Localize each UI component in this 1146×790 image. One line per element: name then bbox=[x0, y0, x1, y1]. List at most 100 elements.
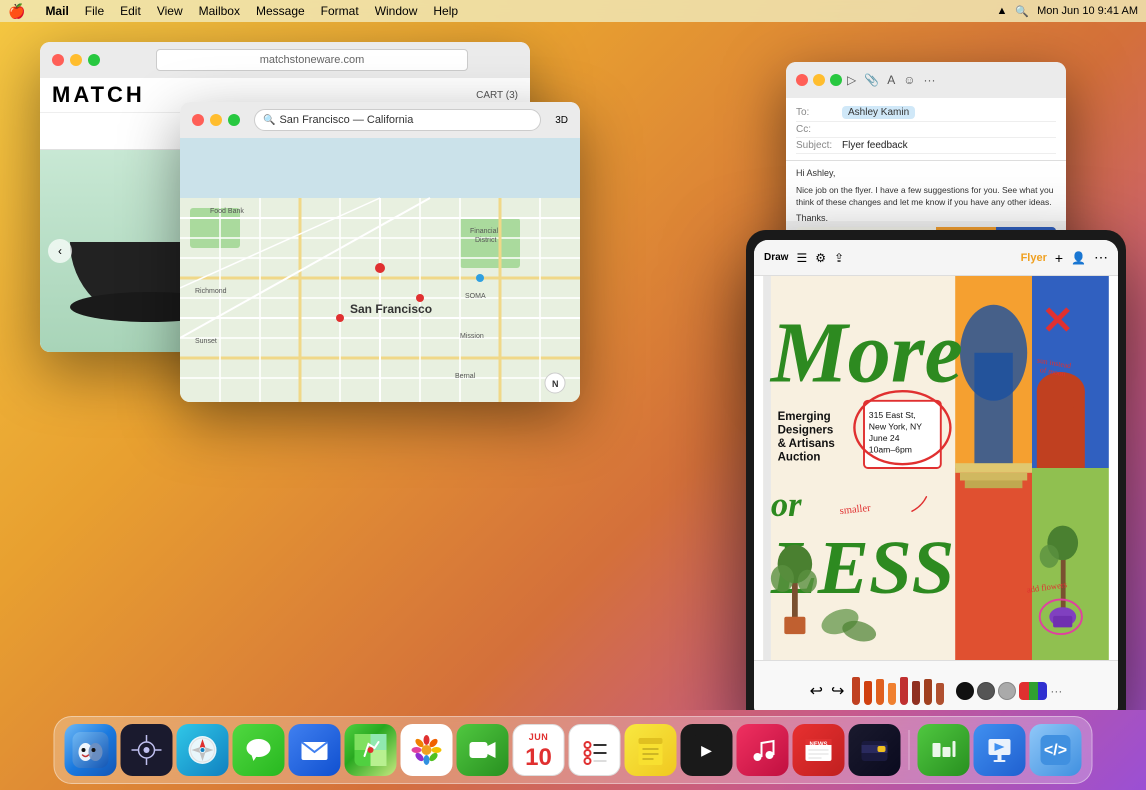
dock-xcode[interactable]: </> bbox=[1030, 724, 1082, 776]
mail-subject-field[interactable]: Subject: Flyer feedback bbox=[796, 138, 1056, 154]
mail-close-button[interactable] bbox=[796, 74, 808, 86]
mail-subject-label: Subject: bbox=[796, 140, 836, 151]
menubar-search-icon[interactable]: 🔍 bbox=[1015, 5, 1029, 18]
ipad-pen-1[interactable] bbox=[852, 677, 860, 705]
safari-titlebar: matchstoneware.com bbox=[40, 42, 530, 78]
ipad-pen-8[interactable] bbox=[936, 683, 944, 705]
svg-text:Financial: Financial bbox=[470, 228, 498, 235]
dock-separator bbox=[909, 730, 910, 770]
safari-url-bar[interactable]: matchstoneware.com bbox=[156, 49, 468, 71]
svg-text:Mission: Mission bbox=[460, 333, 484, 340]
svg-text:Bernal: Bernal bbox=[455, 373, 476, 380]
maps-search-bar[interactable]: 🔍 San Francisco — California bbox=[254, 109, 541, 131]
dock: JUN 10 bbox=[54, 716, 1093, 784]
maps-3d-button[interactable]: 3D bbox=[555, 115, 568, 126]
maps-minimize-button[interactable] bbox=[210, 114, 222, 126]
ipad-add-icon[interactable]: + bbox=[1055, 250, 1063, 266]
dock-facetime[interactable] bbox=[457, 724, 509, 776]
ipad-pen-tools bbox=[852, 677, 944, 705]
ipad-toolbar-settings-icon[interactable]: ⚙ bbox=[815, 251, 826, 265]
svg-text:Food Bank: Food Bank bbox=[210, 208, 244, 215]
menubar-help[interactable]: Help bbox=[433, 4, 458, 18]
dock-wallet[interactable] bbox=[849, 724, 901, 776]
ipad-doc-title: Flyer bbox=[1021, 252, 1047, 264]
safari-brand: MATCH bbox=[52, 82, 145, 108]
menubar-file[interactable]: File bbox=[85, 4, 104, 18]
mail-more-icon[interactable]: ··· bbox=[923, 73, 935, 87]
svg-text:Sunset: Sunset bbox=[195, 338, 217, 345]
svg-text:District: District bbox=[475, 237, 496, 244]
dock-photos[interactable] bbox=[401, 724, 453, 776]
dock-maps[interactable] bbox=[345, 724, 397, 776]
dock-safari[interactable] bbox=[177, 724, 229, 776]
svg-text:New York, NY: New York, NY bbox=[869, 422, 922, 432]
mail-minimize-button[interactable] bbox=[813, 74, 825, 86]
ipad-undo-icon[interactable]: ↩ bbox=[810, 681, 823, 701]
svg-text:Emerging: Emerging bbox=[778, 411, 831, 423]
mail-titlebar: ▷ 📎 A ☺ ··· bbox=[786, 62, 1066, 98]
dock-messages[interactable] bbox=[233, 724, 285, 776]
menubar-wifi-icon[interactable]: ▲ bbox=[997, 5, 1008, 17]
ipad-flyer-content: More or LESS Emerging Designers & Artisa… bbox=[754, 276, 1118, 660]
mail-toolbar: ▷ 📎 A ☺ ··· bbox=[847, 73, 935, 87]
dock-calendar[interactable]: JUN 10 bbox=[513, 724, 565, 776]
dock-appletv[interactable]: ▶ bbox=[681, 724, 733, 776]
svg-text:June 24: June 24 bbox=[869, 433, 900, 443]
dock-finder[interactable] bbox=[65, 724, 117, 776]
svg-text:</>: </> bbox=[1044, 742, 1067, 759]
ipad-toolbar-share-icon[interactable]: ⇪ bbox=[834, 251, 844, 265]
ipad-more-colors[interactable]: ··· bbox=[1050, 684, 1062, 698]
ipad-swatch-gray[interactable] bbox=[998, 682, 1016, 700]
menubar: 🍎 Mail File Edit View Mailbox Message Fo… bbox=[0, 0, 1146, 22]
ipad-pen-4[interactable] bbox=[888, 683, 896, 705]
ipad-collab-icon[interactable]: 👤 bbox=[1071, 251, 1086, 265]
ipad-pen-3[interactable] bbox=[876, 679, 884, 705]
ipad-swatch-darkgray[interactable] bbox=[977, 682, 995, 700]
safari-prev-button[interactable]: ‹ bbox=[48, 239, 72, 263]
menubar-edit[interactable]: Edit bbox=[120, 4, 141, 18]
ipad-draw-button[interactable]: Draw bbox=[764, 252, 788, 263]
mail-body[interactable]: Hi Ashley, Nice job on the flyer. I have… bbox=[786, 161, 1066, 221]
safari-cart[interactable]: CART (3) bbox=[476, 90, 518, 101]
safari-close-button[interactable] bbox=[52, 54, 64, 66]
ipad-pen-2[interactable] bbox=[864, 681, 872, 705]
dock-reminders[interactable] bbox=[569, 724, 621, 776]
dock-launchpad[interactable] bbox=[121, 724, 173, 776]
mail-subject-text: Flyer feedback bbox=[842, 140, 908, 151]
safari-minimize-button[interactable] bbox=[70, 54, 82, 66]
mail-emoji-icon[interactable]: ☺ bbox=[903, 73, 915, 87]
menubar-format[interactable]: Format bbox=[321, 4, 359, 18]
dock-mail[interactable] bbox=[289, 724, 341, 776]
menubar-app-mail[interactable]: Mail bbox=[45, 4, 68, 18]
maps-close-button[interactable] bbox=[192, 114, 204, 126]
safari-fullscreen-button[interactable] bbox=[88, 54, 100, 66]
ipad-redo-icon[interactable]: ↪ bbox=[831, 681, 844, 701]
menubar-window[interactable]: Window bbox=[375, 4, 418, 18]
mail-attach-icon[interactable]: 📎 bbox=[864, 73, 879, 87]
ipad-more-options-icon[interactable]: ⋯ bbox=[1094, 249, 1108, 266]
dock-notes[interactable] bbox=[625, 724, 677, 776]
ipad-toolbar-list-icon[interactable]: ☰ bbox=[796, 251, 807, 265]
mail-header: To: Ashley Kamin Cc: Subject: Flyer feed… bbox=[786, 98, 1066, 161]
dock-music[interactable] bbox=[737, 724, 789, 776]
ipad-screen: Draw ☰ ⚙ ⇪ Flyer + 👤 ⋯ bbox=[754, 240, 1118, 710]
mail-send-icon[interactable]: ▷ bbox=[847, 73, 856, 87]
menubar-message[interactable]: Message bbox=[256, 4, 305, 18]
ipad-color-picker[interactable] bbox=[1019, 682, 1047, 700]
ipad-swatch-black[interactable] bbox=[956, 682, 974, 700]
mail-format-icon[interactable]: A bbox=[887, 73, 895, 87]
menubar-view[interactable]: View bbox=[157, 4, 183, 18]
dock-numbers[interactable] bbox=[918, 724, 970, 776]
dock-news[interactable]: NEWS bbox=[793, 724, 845, 776]
sf-map[interactable]: San Francisco Food Bank Financial Distri… bbox=[180, 138, 580, 402]
ipad-bottom-toolbar: ↩ ↪ bbox=[754, 660, 1118, 710]
ipad-pen-5[interactable] bbox=[900, 677, 908, 705]
ipad-pen-7[interactable] bbox=[924, 679, 932, 705]
mail-recipient-chip[interactable]: Ashley Kamin bbox=[842, 106, 915, 119]
menubar-mailbox[interactable]: Mailbox bbox=[199, 4, 240, 18]
dock-keynote[interactable] bbox=[974, 724, 1026, 776]
maps-fullscreen-button[interactable] bbox=[228, 114, 240, 126]
ipad-pen-6[interactable] bbox=[912, 681, 920, 705]
apple-menu[interactable]: 🍎 bbox=[8, 3, 25, 20]
mail-fullscreen-button[interactable] bbox=[830, 74, 842, 86]
